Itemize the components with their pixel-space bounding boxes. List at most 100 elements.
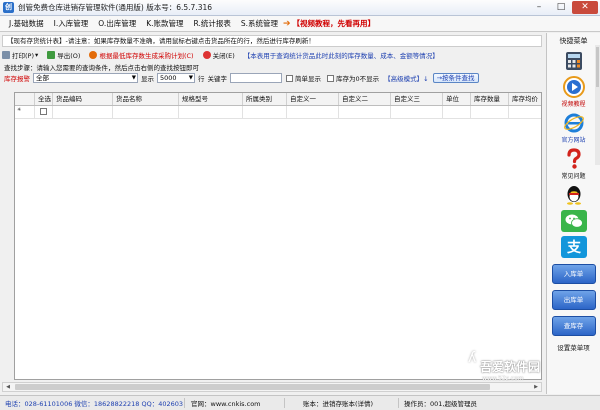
- search-steps-text: 查找步骤：请输入您需要的查询条件，然后点击右侧的查找按钮即可: [4, 64, 199, 72]
- sidebar-item-qq[interactable]: [561, 184, 587, 206]
- row-indicator-header: [15, 93, 35, 105]
- cell-stock-qty[interactable]: [471, 106, 509, 118]
- close-icon: [202, 51, 211, 59]
- row-select-cell[interactable]: [35, 106, 53, 118]
- column-stock-qty[interactable]: 库存数量: [471, 93, 509, 105]
- sidebar-item-faq[interactable]: [561, 148, 587, 170]
- cell-custom-2[interactable]: [339, 106, 391, 118]
- row-checkbox[interactable]: [40, 108, 47, 115]
- close-window-button[interactable]: ✕: [572, 1, 598, 14]
- menu-basic-data[interactable]: J.基础数据: [4, 18, 49, 29]
- title-bar: 创 创管免费仓库进销存管理软件(通用版) 版本号：6.5.7.316 – □ ✕: [0, 0, 600, 16]
- official-website-label[interactable]: 官方网站: [547, 135, 600, 144]
- menu-system[interactable]: S.系统管理: [236, 18, 283, 29]
- sidebar-scrollbar[interactable]: [595, 45, 600, 165]
- hide-zero-stock-checkbox[interactable]: [327, 74, 334, 82]
- column-custom-2[interactable]: 自定义二: [339, 93, 391, 105]
- menu-outbound[interactable]: O.出库管理: [93, 18, 141, 29]
- sidebar-item-website[interactable]: [561, 112, 587, 134]
- print-dropdown-icon: ▾: [35, 51, 39, 59]
- inbound-order-button[interactable]: 入库单: [551, 264, 596, 284]
- menu-reports[interactable]: R.统计报表: [189, 18, 236, 29]
- export-button[interactable]: 导出(O): [47, 50, 80, 60]
- export-icon: [47, 51, 56, 59]
- menu-accounts[interactable]: K.账款管理: [141, 18, 188, 29]
- quick-menu-title: 快捷菜单: [559, 37, 588, 45]
- show-label: 显示: [141, 75, 154, 83]
- printer-icon: [2, 51, 10, 59]
- column-item-code[interactable]: 货品编码: [53, 93, 113, 105]
- inventory-grid: 全选 货品编码 货品名称 规格型号 所属类别 自定义一 自定义二 自定义三 单位…: [14, 92, 542, 380]
- outbound-order-button[interactable]: 出库单: [551, 290, 596, 310]
- cell-category[interactable]: [243, 106, 287, 118]
- row-count-value: 5000: [160, 74, 177, 82]
- simple-display-label: 简单显示: [295, 75, 321, 83]
- operator-info: 操作员：001,超级管理员: [404, 400, 477, 408]
- column-category[interactable]: 所属类别: [243, 93, 287, 105]
- stock-alert-select[interactable]: 全部 ▼: [33, 73, 138, 83]
- cell-custom-1[interactable]: [287, 106, 339, 118]
- menu-video-tutorial[interactable]: 【视频教程，先看再用】: [291, 18, 381, 29]
- print-button[interactable]: 打印(P) ▾: [2, 50, 38, 60]
- minimize-button[interactable]: –: [528, 1, 550, 14]
- select-all-header[interactable]: 全选: [35, 93, 53, 105]
- cell-item-name[interactable]: [113, 106, 179, 118]
- faq-label[interactable]: 常见问题: [547, 171, 600, 180]
- menu-inbound[interactable]: I.入库管理: [49, 18, 94, 29]
- column-custom-1[interactable]: 自定义一: [287, 93, 339, 105]
- website-info: 官网：www.cnkis.com: [185, 398, 285, 408]
- keyword-label: 关键字: [207, 75, 228, 83]
- video-tutorial-label[interactable]: 视频教程: [547, 99, 600, 108]
- row-count-select[interactable]: 5000 ▼: [157, 73, 195, 83]
- column-avg-price[interactable]: 库存均价: [509, 93, 541, 105]
- arrow-right-icon: ➔: [283, 18, 291, 29]
- cell-unit[interactable]: [443, 106, 471, 118]
- window-title: 创管免费仓库进销存管理软件(通用版) 版本号：6.5.7.316: [18, 3, 213, 12]
- app-logo-icon: 创: [3, 2, 14, 13]
- alipay-icon: 支: [566, 239, 582, 256]
- sidebar-scroll-thumb[interactable]: [596, 47, 599, 87]
- generate-plan-button[interactable]: 根据最低库存数生成采购计划(C): [89, 50, 194, 60]
- cell-spec[interactable]: [179, 106, 243, 118]
- svg-text:支: 支: [566, 239, 582, 256]
- settings-menu-item[interactable]: 设置菜单项: [547, 342, 600, 352]
- cell-avg-price[interactable]: [509, 106, 541, 118]
- table-row[interactable]: [15, 106, 541, 119]
- sidebar-item-video[interactable]: [561, 76, 587, 98]
- new-row-marker-icon: ✳: [17, 107, 22, 113]
- stock-alert-label: 库存报警: [4, 75, 30, 83]
- print-label: 打印(P): [12, 52, 34, 60]
- column-unit[interactable]: 单位: [443, 93, 471, 105]
- filter-bar: 库存报警 全部 ▼ 显示 5000 ▼ 行 关键字 简单显示 库存为0不显示 【…: [4, 72, 544, 84]
- cell-custom-3[interactable]: [391, 106, 443, 118]
- scroll-left-icon[interactable]: ◀: [3, 383, 13, 391]
- scroll-right-icon[interactable]: ▶: [531, 383, 541, 391]
- toolbar: 打印(P) ▾ 导出(O) 根据最低库存数生成采购计划(C) 关闭(E) 【本表…: [2, 49, 542, 61]
- cell-item-code[interactable]: [53, 106, 113, 118]
- ie-browser-icon: [563, 113, 584, 133]
- check-stock-button[interactable]: 查库存: [551, 316, 596, 336]
- simple-display-checkbox[interactable]: [286, 74, 293, 82]
- contact-info: 电话：028-61101006 微信：18628822218 QQ：402603: [0, 398, 185, 408]
- sidebar-item-wechat[interactable]: [560, 210, 587, 232]
- stock-alert-value: 全部: [36, 74, 49, 82]
- close-button[interactable]: 关闭(E): [202, 50, 235, 60]
- sidebar-item-alipay[interactable]: 支: [560, 236, 587, 258]
- chevron-down-icon: ▼: [131, 75, 136, 81]
- maximize-button[interactable]: □: [550, 1, 572, 14]
- scrollbar-thumb[interactable]: [15, 384, 490, 390]
- keyword-input[interactable]: [230, 73, 282, 83]
- advanced-mode-link[interactable]: 【高级模式】↓: [384, 73, 428, 83]
- play-icon: [562, 76, 585, 98]
- horizontal-scrollbar[interactable]: ◀ ▶: [2, 382, 542, 392]
- menu-bar: J.基础数据 I.入库管理 O.出库管理 K.账款管理 R.统计报表 S.系统管…: [0, 16, 600, 32]
- chevron-down-icon: ▼: [188, 75, 193, 81]
- column-spec[interactable]: 规格型号: [179, 93, 243, 105]
- advanced-mode-label: 【高级模式】: [384, 75, 424, 83]
- search-button[interactable]: →按条件查找: [432, 73, 479, 83]
- column-custom-3[interactable]: 自定义三: [391, 93, 443, 105]
- window-controls: – □ ✕: [528, 1, 598, 14]
- column-item-name[interactable]: 货品名称: [113, 93, 179, 105]
- row-label: 行: [198, 75, 205, 83]
- sidebar-item-calculator[interactable]: [561, 50, 587, 72]
